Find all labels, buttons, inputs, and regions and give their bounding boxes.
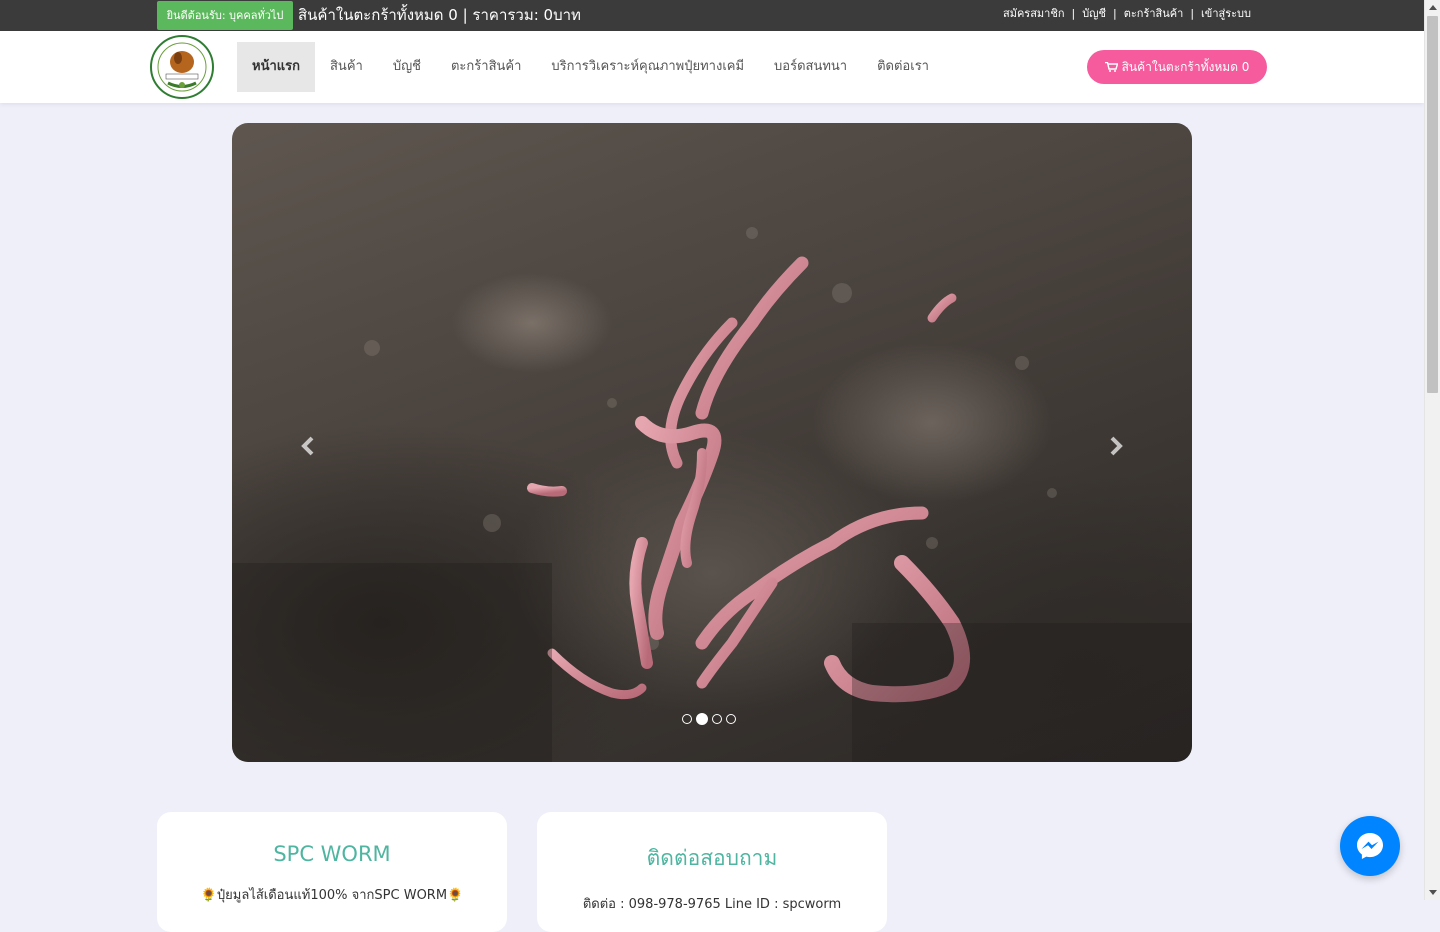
nav-item-fertilizer-analysis[interactable]: บริการวิเคราะห์คุณภาพปุ๋ยทางเคมี: [536, 42, 759, 92]
carousel-indicator[interactable]: [682, 714, 692, 724]
info-card-spc-worm: SPC WORM 🌻ปุ๋ยมูลไส้เดือนแท้100% จากSPC …: [157, 812, 507, 932]
nav-item-account[interactable]: บัญชี: [378, 42, 436, 92]
nav-item-contact[interactable]: ติดต่อเรา: [862, 42, 944, 92]
messenger-icon: [1357, 833, 1383, 859]
card-title: SPC WORM: [273, 842, 391, 866]
carousel-indicator[interactable]: [712, 714, 722, 724]
top-bar: ยินดีต้อนรับ: บุคคลทั่วไป สินค้าในตะกร้า…: [0, 0, 1424, 31]
carousel-indicator[interactable]: [726, 714, 736, 724]
link-separator: |: [1190, 7, 1195, 20]
carousel-indicators: [682, 713, 736, 725]
top-links: สมัครสมาชิก | บัญชี | ตะกร้าสินค้า | เข้าสู่ระ…: [1003, 0, 1251, 31]
register-link[interactable]: สมัครสมาชิก: [1003, 7, 1065, 20]
link-separator: |: [1071, 7, 1076, 20]
messenger-chat-button[interactable]: [1340, 816, 1400, 876]
carousel-indicator-active[interactable]: [696, 713, 708, 725]
cart-link[interactable]: ตะกร้าสินค้า: [1124, 7, 1184, 20]
cart-button-label: สินค้าในตะกร้าทั้งหมด 0: [1121, 60, 1250, 74]
scrollbar-thumb[interactable]: [1427, 16, 1438, 393]
spc-worm-logo[interactable]: [148, 34, 216, 100]
info-card-contact: ติดต่อสอบถาม ติดต่อ : 098-978-9765 Line …: [537, 812, 887, 932]
card-text: ติดต่อ : 098-978-9765 Line ID : spcworm: [582, 897, 842, 912]
link-separator: |: [1113, 7, 1117, 20]
scroll-down-arrow-icon[interactable]: [1429, 890, 1437, 895]
nav-item-products[interactable]: สินค้า: [315, 42, 378, 92]
login-link[interactable]: เข้าสู่ระบบ: [1201, 7, 1251, 20]
nav-item-forum[interactable]: บอร์ดสนทนา: [759, 42, 862, 92]
nav-item-cart[interactable]: ตะกร้าสินค้า: [436, 42, 536, 92]
cart-button[interactable]: สินค้าในตะกร้าทั้งหมด 0: [1087, 50, 1267, 84]
page-scrollbar[interactable]: [1424, 0, 1440, 900]
nav-item-home[interactable]: หน้าแรก: [237, 42, 315, 92]
cart-summary: สินค้าในตะกร้าทั้งหมด 0 | ราคารวม: 0บาท: [298, 6, 581, 24]
card-text: 🌻ปุ๋ยมูลไส้เดือนแท้100% จากSPC WORM🌻: [200, 888, 464, 903]
scroll-up-arrow-icon[interactable]: [1429, 5, 1437, 10]
account-link[interactable]: บัญชี: [1082, 7, 1106, 20]
hero-carousel[interactable]: [232, 123, 1192, 762]
welcome-badge: ยินดีต้อนรับ: บุคคลทั่วไป: [157, 1, 293, 30]
chevron-right-icon[interactable]: [1096, 421, 1136, 471]
chevron-left-icon[interactable]: [288, 421, 328, 471]
earthworms-image: [232, 227, 1192, 762]
card-title: ติดต่อสอบถาม: [646, 846, 778, 870]
nav-menu: หน้าแรก สินค้า บัญชี ตะกร้าสินค้า บริการ…: [237, 42, 944, 92]
shopping-cart-icon: [1104, 62, 1118, 72]
main-navbar: หน้าแรก สินค้า บัญชี ตะกร้าสินค้า บริการ…: [0, 31, 1424, 103]
